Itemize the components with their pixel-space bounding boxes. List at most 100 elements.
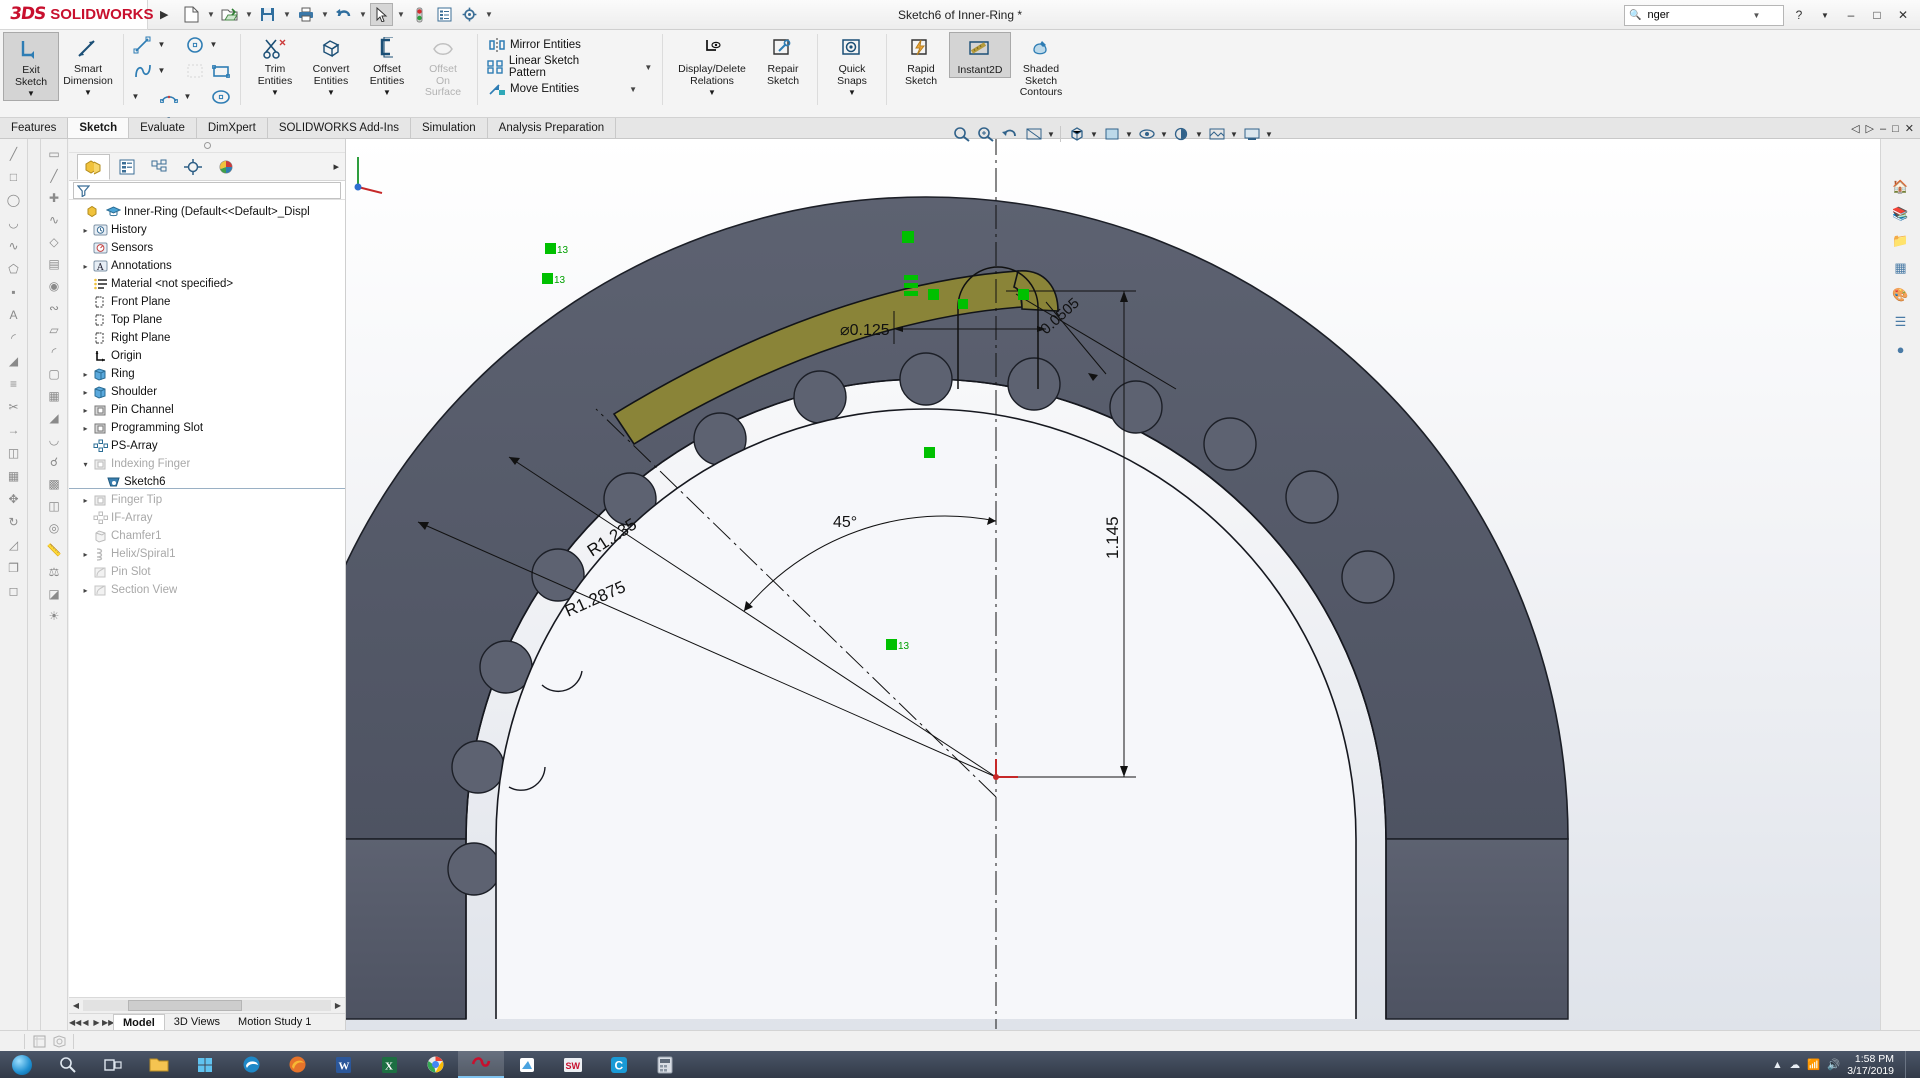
tree-item-chamfer1[interactable]: Chamfer1 <box>69 527 345 545</box>
sketch-rail-rect-icon[interactable]: □ <box>3 166 25 187</box>
repair-sketch-button[interactable]: Repair Sketch <box>755 32 811 87</box>
tree-toggle[interactable]: ▸ <box>79 586 92 595</box>
tree-toggle[interactable]: ▸ <box>79 262 92 271</box>
rail2-hole-icon[interactable]: ◎ <box>43 517 65 538</box>
save-dropdown-icon[interactable]: ▼ <box>281 10 292 19</box>
volume-icon[interactable]: 🔊 <box>1827 1058 1840 1071</box>
line-icon[interactable] <box>130 32 156 57</box>
property-manager-tab[interactable] <box>110 154 143 180</box>
tree-item-pin-channel[interactable]: ▸ Pin Channel <box>69 401 345 419</box>
rebuild-icon[interactable] <box>408 3 431 26</box>
taskbar-solidworks-icon[interactable] <box>458 1051 504 1078</box>
doc-minimize-icon[interactable]: – <box>1880 123 1886 135</box>
view-settings-icon[interactable] <box>1240 123 1263 145</box>
panel-pin-button[interactable] <box>69 139 345 153</box>
move-entities-item[interactable]: Move Entities ▼ <box>484 78 641 100</box>
instant2d-button[interactable]: Instant2D <box>949 32 1011 78</box>
trim-entities-button[interactable]: Trim Entities ▼ <box>247 32 303 99</box>
tree-item-front-plane[interactable]: Front Plane <box>69 293 345 311</box>
scroll-left-icon[interactable]: ◀ <box>69 1001 83 1010</box>
show-desktop-button[interactable] <box>1905 1051 1914 1078</box>
quick-snaps-dropdown-icon[interactable]: ▼ <box>848 87 856 99</box>
view-settings-dropdown-icon[interactable]: ▼ <box>1264 130 1274 139</box>
tab-dimxpert[interactable]: DimXpert <box>197 118 268 138</box>
previous-view-icon[interactable] <box>998 123 1021 145</box>
sketch-rail-fillet-icon[interactable]: ◜ <box>3 327 25 348</box>
options-list-icon[interactable] <box>433 3 456 26</box>
tree-toggle[interactable]: ▾ <box>79 460 92 469</box>
doc-close-icon[interactable]: ✕ <box>1905 122 1914 135</box>
network-icon[interactable]: 📶 <box>1807 1058 1820 1071</box>
smart-dimension-button[interactable]: Smart Dimension ▼ <box>59 32 117 99</box>
spline-icon[interactable] <box>130 58 156 83</box>
tree-item-ring[interactable]: ▸ Ring <box>69 365 345 383</box>
minimize-button[interactable]: – <box>1840 2 1862 28</box>
tree-item-material[interactable]: Material <not specified> <box>69 275 345 293</box>
tree-item-right-plane[interactable]: Right Plane <box>69 329 345 347</box>
bottom-tab-motion-study[interactable]: Motion Study 1 <box>229 1016 320 1028</box>
section-view-icon[interactable] <box>1022 123 1045 145</box>
display-manager-tab[interactable] <box>209 154 242 180</box>
taskbar-word-icon[interactable]: W <box>320 1051 366 1078</box>
view-orientation-dropdown-icon[interactable]: ▼ <box>1089 130 1099 139</box>
line-dropdown-icon[interactable]: ▼ <box>156 32 167 57</box>
select-cursor-icon[interactable] <box>370 3 393 26</box>
open-document-dropdown-icon[interactable]: ▼ <box>243 10 254 19</box>
configuration-manager-tab[interactable] <box>143 154 176 180</box>
zoom-to-fit-icon[interactable] <box>950 123 973 145</box>
bottom-tab-nav[interactable]: ◀◀◀▶▶▶ <box>69 1018 113 1027</box>
sketch-rail-arc-icon[interactable]: ◡ <box>3 212 25 233</box>
circle-icon[interactable] <box>182 32 208 57</box>
taskbar-edge-icon[interactable] <box>228 1051 274 1078</box>
file-explorer-icon[interactable]: 📁 <box>1888 229 1914 253</box>
rail2-sweep-icon[interactable]: ∾ <box>43 297 65 318</box>
rail2-shell-icon[interactable]: ▢ <box>43 363 65 384</box>
undo-dropdown-icon[interactable]: ▼ <box>357 10 368 19</box>
view-palette-icon[interactable]: ▦ <box>1888 256 1914 280</box>
tree-item-ps-array[interactable]: PS-Array <box>69 437 345 455</box>
feature-manager-tab[interactable] <box>77 154 110 180</box>
rail2-fillet-icon[interactable]: ◜ <box>43 341 65 362</box>
tree-item-shoulder[interactable]: ▸ Shoulder <box>69 383 345 401</box>
spline-dropdown-icon[interactable]: ▼ <box>156 58 167 83</box>
tree-item-finger-tip[interactable]: ▸ Finger Tip <box>69 491 345 509</box>
linear-sketch-pattern-dropdown-icon[interactable]: ▼ <box>641 63 656 72</box>
circle-dropdown-icon[interactable]: ▼ <box>208 32 219 57</box>
quick-snaps-button[interactable]: Quick Snaps ▼ <box>824 32 880 99</box>
open-document-icon[interactable] <box>218 3 241 26</box>
arc-icon[interactable] <box>156 84 182 109</box>
tree-item-origin[interactable]: Origin <box>69 347 345 365</box>
convert-entities-dropdown-icon[interactable]: ▼ <box>327 87 335 99</box>
search-input[interactable] <box>1645 8 1750 22</box>
taskbar-search-icon[interactable] <box>44 1051 90 1078</box>
taskbar-firefox-icon[interactable] <box>274 1051 320 1078</box>
shaded-sketch-contours-button[interactable]: Shaded Sketch Contours <box>1011 32 1071 99</box>
rapid-sketch-button[interactable]: Rapid Sketch <box>893 32 949 87</box>
taskbar-explorer-icon[interactable] <box>136 1051 182 1078</box>
bottom-tab-model[interactable]: Model <box>113 1014 165 1031</box>
onedrive-icon[interactable]: ☁ <box>1790 1059 1801 1071</box>
sketch-rail-point-icon[interactable]: ▪ <box>3 281 25 302</box>
zoom-to-area-icon[interactable] <box>974 123 997 145</box>
rail2-draft-icon[interactable]: ◢ <box>43 407 65 428</box>
rail2-loft-icon[interactable]: ▱ <box>43 319 65 340</box>
appearances-icon[interactable]: 🎨 <box>1888 283 1914 307</box>
view-orientation-icon[interactable] <box>1065 123 1088 145</box>
sketch-rail-text-icon[interactable]: A <box>3 304 25 325</box>
print-dropdown-icon[interactable]: ▼ <box>319 10 330 19</box>
rail2-pattern-icon[interactable]: ▩ <box>43 473 65 494</box>
tree-item-top-plane[interactable]: Top Plane <box>69 311 345 329</box>
tree-item-helix-spiral1[interactable]: ▸ Helix/Spiral1 <box>69 545 345 563</box>
hide-show-items-icon[interactable] <box>1135 123 1158 145</box>
tree-toggle[interactable]: ▸ <box>79 370 92 379</box>
tree-filter-input[interactable] <box>73 182 341 199</box>
new-document-icon[interactable] <box>180 3 203 26</box>
rail2-plane-icon[interactable]: ▭ <box>43 143 65 164</box>
smart-dimension-dropdown-icon[interactable]: ▼ <box>84 87 92 99</box>
bottom-tab-3d-views[interactable]: 3D Views <box>165 1016 229 1028</box>
select-dropdown-icon[interactable]: ▼ <box>395 10 406 19</box>
taskbar-calc-icon[interactable] <box>642 1051 688 1078</box>
sketch-rail-extend-icon[interactable]: → <box>3 419 25 440</box>
sketch-rail-chamfer-icon[interactable]: ◢ <box>3 350 25 371</box>
taskbar-store-icon[interactable] <box>182 1051 228 1078</box>
